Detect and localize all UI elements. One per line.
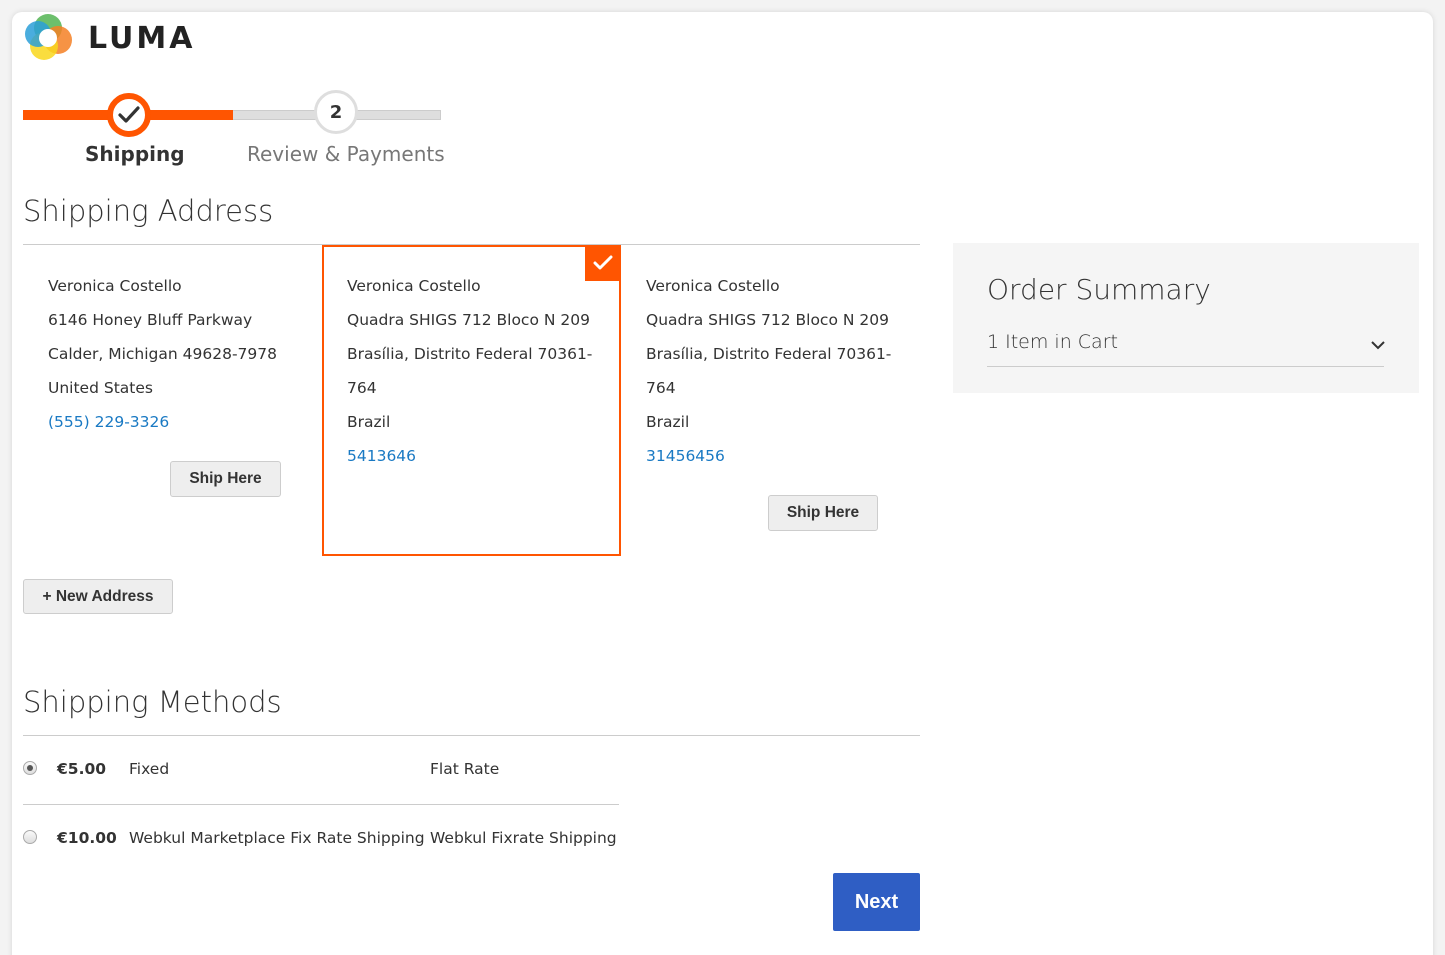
address-city: Calder, Michigan 49628-7978 (48, 345, 277, 363)
method-divider (23, 804, 619, 805)
method-carrier-2: Webkul Fixrate Shipping (430, 829, 617, 847)
address-card-1[interactable]: Veronica Costello 6146 Honey Bluff Parkw… (48, 269, 277, 439)
luma-logo-icon (22, 12, 74, 64)
address-city-cont: 764 (646, 379, 676, 397)
address-name: Veronica Costello (646, 277, 780, 295)
method-radio-2[interactable] (23, 830, 37, 844)
summary-divider (987, 366, 1384, 367)
shipping-methods-title: Shipping Methods (23, 685, 282, 719)
ship-here-button-1[interactable]: Ship Here (170, 461, 281, 497)
items-in-cart-toggle[interactable]: 1 Item in Cart (987, 331, 1118, 353)
step-shipping-check-icon[interactable] (107, 93, 151, 137)
address-card-2[interactable]: Veronica Costello Quadra SHIGS 712 Bloco… (347, 269, 592, 473)
address-city-cont: 764 (347, 379, 377, 397)
brand-name: LUMA (88, 20, 196, 56)
step-review-label[interactable]: Review & Payments (247, 142, 445, 166)
new-address-button[interactable]: + New Address (23, 579, 173, 614)
order-summary-title: Order Summary (987, 273, 1211, 306)
address-street: 6146 Honey Bluff Parkway (48, 311, 253, 329)
address-phone[interactable]: 5413646 (347, 439, 592, 473)
address-country: United States (48, 379, 153, 397)
address-phone[interactable]: (555) 229-3326 (48, 405, 277, 439)
address-street: Quadra SHIGS 712 Bloco N 209 (646, 311, 889, 329)
address-country: Brazil (347, 413, 391, 431)
ship-here-button-3[interactable]: Ship Here (768, 495, 878, 531)
section-divider (23, 735, 920, 736)
address-country: Brazil (646, 413, 690, 431)
address-phone[interactable]: 31456456 (646, 439, 891, 473)
method-price-1: €5.00 (57, 760, 107, 778)
address-city: Brasília, Distrito Federal 70361- (646, 345, 892, 363)
address-city: Brasília, Distrito Federal 70361- (347, 345, 593, 363)
method-name-2: Webkul Marketplace Fix Rate Shipping (129, 829, 425, 847)
next-button[interactable]: Next (833, 873, 920, 931)
method-name-1: Fixed (129, 760, 170, 778)
brand-logo[interactable]: LUMA (22, 12, 195, 64)
chevron-down-icon[interactable] (1371, 335, 1385, 354)
address-card-3[interactable]: Veronica Costello Quadra SHIGS 712 Bloco… (646, 269, 891, 473)
method-carrier-1: Flat Rate (430, 760, 500, 778)
address-name: Veronica Costello (48, 277, 182, 295)
method-radio-1[interactable] (23, 761, 37, 775)
shipping-address-title: Shipping Address (23, 194, 274, 228)
step-review-number[interactable]: 2 (314, 90, 358, 134)
step-shipping-label[interactable]: Shipping (85, 142, 185, 166)
order-summary-panel: Order Summary 1 Item in Cart (953, 243, 1419, 393)
address-name: Veronica Costello (347, 277, 481, 295)
method-price-2: €10.00 (57, 829, 117, 847)
address-street: Quadra SHIGS 712 Bloco N 209 (347, 311, 590, 329)
checkout-progress: 2 Shipping Review & Payments (23, 88, 445, 178)
